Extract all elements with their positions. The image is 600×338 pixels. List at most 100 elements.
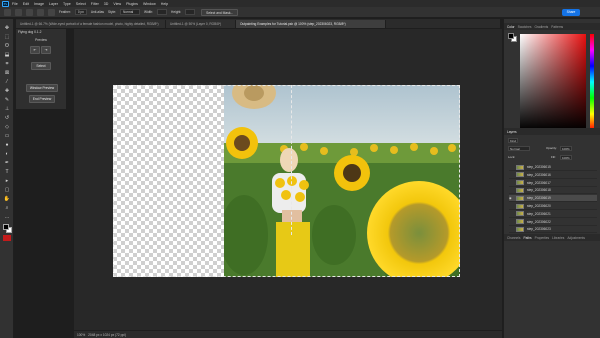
- tab-properties[interactable]: Properties: [535, 236, 550, 240]
- path-selection-tool-icon[interactable]: ▸: [3, 178, 11, 185]
- menu-window[interactable]: Window: [143, 2, 156, 6]
- menu-filter[interactable]: Filter: [91, 2, 99, 6]
- type-tool-icon[interactable]: T: [3, 169, 11, 176]
- layer-row[interactable]: step_202306023: [509, 226, 597, 234]
- document-tab-bar: Untitled-1 @ 66.7% (Wide-eyed portrait o…: [16, 19, 500, 28]
- zoom-level[interactable]: 100%: [77, 333, 85, 337]
- plugin-title: Flying dog 0.1.2: [18, 30, 42, 34]
- style-select[interactable]: Normal: [119, 9, 140, 15]
- menu-plugins[interactable]: Plugins: [126, 2, 138, 6]
- layer-row[interactable]: step_202306018: [509, 187, 597, 195]
- brush-tool-icon[interactable]: ✎: [3, 97, 11, 104]
- eraser-tool-icon[interactable]: ◇: [3, 124, 11, 131]
- healing-brush-tool-icon[interactable]: ✚: [3, 88, 11, 95]
- menu-3d[interactable]: 3D: [104, 2, 109, 6]
- home-icon[interactable]: [4, 8, 11, 16]
- hue-slider[interactable]: [590, 34, 594, 130]
- rectangular-marquee-icon[interactable]: [15, 8, 22, 16]
- feather-input[interactable]: 0 px: [74, 9, 87, 15]
- layer-thumbnail: [516, 180, 524, 186]
- color-picker-field[interactable]: [520, 34, 586, 130]
- layer-thumbnail: [516, 226, 524, 232]
- layer-name: step_202306019: [527, 196, 551, 201]
- select-and-mask-button[interactable]: Select and Mask...: [201, 8, 239, 16]
- move-tool-icon[interactable]: ✥: [3, 25, 11, 32]
- layer-row[interactable]: step_202306017: [509, 180, 597, 187]
- menu-file[interactable]: File: [12, 2, 18, 6]
- tab-adjustments[interactable]: Adjustments: [567, 236, 585, 240]
- marquee-tool-icon[interactable]: ⬚: [3, 34, 11, 41]
- menu-type[interactable]: Type: [63, 2, 71, 6]
- layer-name: step_202306023: [527, 227, 551, 232]
- tab-gradients[interactable]: Gradients: [534, 25, 548, 29]
- lock-label: Lock:: [508, 155, 516, 159]
- document-size: 2048 px x 1024 px (72 ppi): [88, 332, 126, 337]
- panel-foreground-swatch[interactable]: [508, 33, 514, 39]
- width-input[interactable]: [157, 9, 168, 15]
- select-button[interactable]: Select: [31, 62, 51, 70]
- tab-channels[interactable]: Channels: [507, 236, 520, 240]
- layer-name: step_202306021: [527, 211, 551, 216]
- layer-row[interactable]: step_202306020: [509, 203, 597, 210]
- object-select-tool-icon[interactable]: ⬓: [3, 52, 11, 59]
- frame-tool-icon[interactable]: ⊠: [3, 70, 11, 77]
- more-tools-icon[interactable]: …: [3, 214, 11, 221]
- antialias-checkbox[interactable]: Anti-alias: [91, 10, 104, 14]
- share-button[interactable]: Share: [562, 9, 580, 16]
- foreground-color-swatch[interactable]: [3, 224, 9, 230]
- tab-color[interactable]: Color: [507, 25, 515, 29]
- opacity-input[interactable]: 100%: [560, 146, 572, 151]
- dodge-tool-icon[interactable]: ◐: [3, 151, 11, 158]
- menu-select[interactable]: Select: [76, 2, 86, 6]
- blend-mode-select[interactable]: Normal: [508, 146, 530, 151]
- sunflower-photo: [224, 85, 460, 277]
- layers-panel-tabs: Layers: [504, 128, 600, 135]
- layer-filter-select[interactable]: Kind: [508, 138, 518, 143]
- arrow-left-button[interactable]: ⇤: [30, 46, 40, 54]
- document-canvas[interactable]: [113, 85, 460, 277]
- layer-row[interactable]: step_202306022: [509, 219, 597, 226]
- end-preview-button[interactable]: End Preview: [29, 95, 55, 103]
- height-input[interactable]: [185, 9, 196, 15]
- add-selection-icon[interactable]: [37, 8, 44, 16]
- tab-libraries[interactable]: Libraries: [552, 236, 564, 240]
- window-preview-button[interactable]: Window Preview: [26, 84, 58, 92]
- crop-tool-icon[interactable]: ⌗: [3, 61, 11, 68]
- tab-document-2[interactable]: Untitled-1 @ 50% (Layer 0, RGB/8*): [166, 20, 236, 28]
- lasso-tool-icon[interactable]: ʘ: [3, 43, 11, 50]
- zoom-tool-icon[interactable]: ⌕: [3, 205, 11, 212]
- menu-edit[interactable]: Edit: [23, 2, 29, 6]
- style-label: Style:: [108, 10, 116, 14]
- visibility-eye-icon[interactable]: ◉: [509, 196, 513, 200]
- layer-row[interactable]: ◉ step_202306019: [509, 195, 597, 203]
- tab-swatches[interactable]: Swatches: [518, 25, 532, 29]
- menu-view[interactable]: View: [113, 2, 121, 6]
- menu-layer[interactable]: Layer: [49, 2, 58, 6]
- history-brush-tool-icon[interactable]: ↺: [3, 115, 11, 122]
- tab-patterns[interactable]: Patterns: [551, 25, 563, 29]
- blur-tool-icon[interactable]: ●: [3, 142, 11, 149]
- menu-image[interactable]: Image: [34, 2, 44, 6]
- rectangle-tool-icon[interactable]: ▢: [3, 187, 11, 194]
- new-selection-icon[interactable]: [26, 8, 33, 16]
- tab-paths[interactable]: Paths: [523, 236, 531, 240]
- tab-layers[interactable]: Layers: [507, 130, 517, 134]
- clone-stamp-tool-icon[interactable]: ⊥: [3, 106, 11, 113]
- arrow-right-button[interactable]: ⇥: [41, 46, 51, 54]
- quick-mask-icon[interactable]: [3, 235, 11, 241]
- layer-row[interactable]: step_202306016: [509, 172, 597, 179]
- tab-document-3[interactable]: Outpainting Examples for Tutorial.psb @ …: [236, 20, 386, 28]
- layer-row[interactable]: step_202306021: [509, 211, 597, 218]
- fill-label: Fill:: [551, 155, 556, 159]
- fill-input[interactable]: 100%: [560, 155, 572, 160]
- selection-marquee-edge: [291, 85, 292, 235]
- subtract-selection-icon[interactable]: [48, 8, 55, 16]
- tab-document-1[interactable]: Untitled-1 @ 66.7% (Wide-eyed portrait o…: [16, 20, 166, 28]
- pen-tool-icon[interactable]: ✒: [3, 160, 11, 167]
- gradient-tool-icon[interactable]: ▭: [3, 133, 11, 140]
- hand-tool-icon[interactable]: ✋: [3, 196, 11, 203]
- layer-row[interactable]: step_202306015: [509, 164, 597, 171]
- color-panel-tabs: Color Swatches Gradients Patterns: [504, 23, 600, 30]
- eyedropper-tool-icon[interactable]: ⁄: [3, 79, 11, 86]
- menu-help[interactable]: Help: [161, 2, 168, 6]
